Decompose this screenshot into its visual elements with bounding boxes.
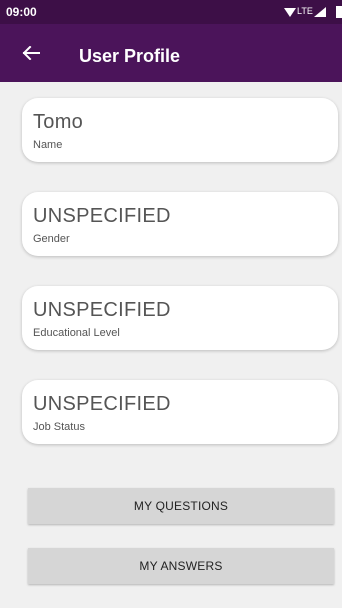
name-label: Name xyxy=(33,139,63,151)
battery-icon xyxy=(336,6,342,18)
signal-icon xyxy=(314,7,326,17)
page-title: User Profile xyxy=(79,46,181,66)
network-type-label: LTE xyxy=(297,6,313,16)
job-status-value: UNSPECIFIED xyxy=(33,393,171,415)
wifi-icon xyxy=(284,8,296,17)
arrow-left-icon[interactable] xyxy=(22,46,40,60)
status-icons: LTE xyxy=(282,5,342,19)
app-bar: User Profile xyxy=(0,24,342,82)
name-value: Tomo xyxy=(33,111,84,133)
status-bar: 09:00 LTE xyxy=(0,0,342,24)
gender-card[interactable]: UNSPECIFIED Gender xyxy=(22,192,338,256)
education-label: Educational Level xyxy=(33,327,120,339)
my-answers-button[interactable]: MY ANSWERS xyxy=(28,548,334,584)
status-time: 09:00 xyxy=(6,5,37,19)
my-questions-button[interactable]: MY QUESTIONS xyxy=(28,488,334,524)
education-card[interactable]: UNSPECIFIED Educational Level xyxy=(22,286,338,350)
job-status-card[interactable]: UNSPECIFIED Job Status xyxy=(22,380,338,444)
gender-label: Gender xyxy=(33,233,70,245)
gender-value: UNSPECIFIED xyxy=(33,205,171,227)
name-card[interactable]: Tomo Name xyxy=(22,98,338,162)
education-value: UNSPECIFIED xyxy=(33,299,171,321)
job-status-label: Job Status xyxy=(33,421,85,433)
